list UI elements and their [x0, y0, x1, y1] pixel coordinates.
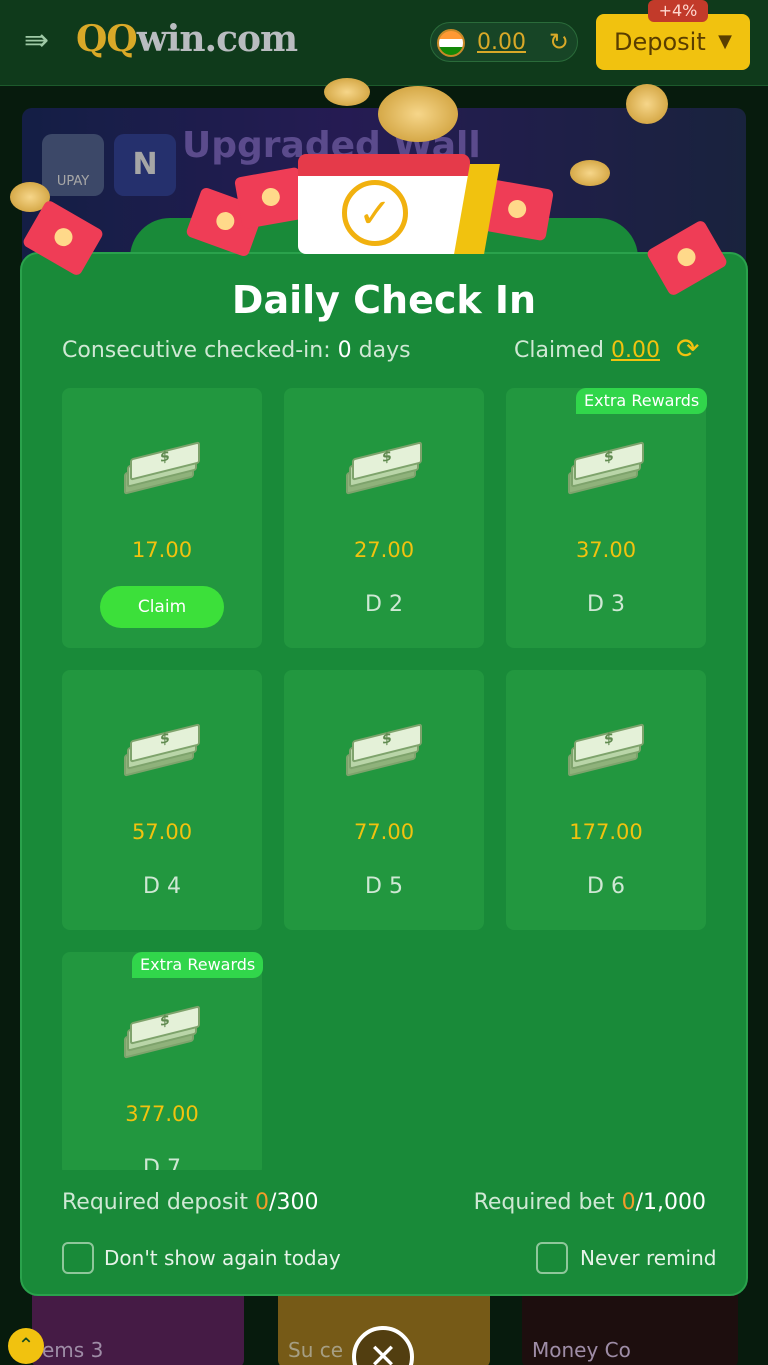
day-label: D 3	[587, 592, 625, 617]
reward-amount: 17.00	[131, 538, 193, 562]
reward-amount: 77.00	[353, 820, 415, 844]
reward-amount: 177.00	[569, 820, 643, 844]
dont-show-checkbox[interactable]	[62, 1242, 94, 1274]
never-remind-label[interactable]: Never remind	[580, 1246, 716, 1270]
dont-show-label[interactable]: Don't show again today	[104, 1246, 341, 1270]
balance-value: 0.00	[477, 30, 526, 55]
day-label: D 5	[365, 874, 403, 899]
day-card-4: 57.00 D 4	[62, 670, 262, 930]
day-label: D 2	[365, 592, 403, 617]
claimed-amount[interactable]: 0.00	[611, 338, 660, 363]
day-card-2: 27.00 D 2	[284, 388, 484, 648]
caret-down-icon: ▼	[718, 31, 732, 52]
required-deposit: Required deposit 0/300	[62, 1190, 319, 1215]
cash-stack-icon	[568, 723, 644, 777]
checkmark-icon: ✓	[342, 180, 408, 246]
consecutive-checkin-text: Consecutive checked-in: 0 days	[62, 338, 411, 363]
day-label: D 6	[587, 874, 625, 899]
reward-amount: 57.00	[131, 820, 193, 844]
cash-stack-icon	[568, 441, 644, 495]
calendar-check-icon: ✓	[298, 154, 500, 254]
required-bet: Required bet 0/1,000	[473, 1190, 706, 1215]
extra-rewards-badge: Extra Rewards	[576, 388, 708, 414]
coin-decoration	[626, 84, 668, 124]
cash-stack-icon	[124, 723, 200, 777]
reward-amount: 27.00	[353, 538, 415, 562]
refresh-icon[interactable]: ⟳	[676, 334, 708, 366]
balance-pill[interactable]: 0.00 ↻	[430, 22, 578, 62]
site-logo[interactable]: QQwin.com	[76, 18, 298, 60]
coin-decoration	[324, 78, 370, 106]
deposit-button[interactable]: Deposit ▼	[596, 14, 750, 70]
cash-stack-icon	[346, 723, 422, 777]
day-card-5: 77.00 D 5	[284, 670, 484, 930]
deposit-bonus-badge: +4%	[648, 0, 708, 22]
scroll-top-icon[interactable]: ⌃	[8, 1328, 44, 1364]
day-card-6: 177.00 D 6	[506, 670, 706, 930]
day-card-3: 37.00 D 3	[506, 388, 706, 648]
claim-button[interactable]: Claim	[100, 586, 224, 628]
reward-amount: 37.00	[575, 538, 637, 562]
coin-decoration	[570, 160, 610, 186]
cash-stack-icon	[124, 441, 200, 495]
modal-title: Daily Check In	[231, 278, 537, 322]
cash-stack-icon	[346, 441, 422, 495]
day-card-7: 377.00 D 7	[62, 952, 262, 1176]
never-remind-checkbox[interactable]	[536, 1242, 568, 1274]
scroll-clip	[60, 1170, 270, 1184]
reward-amount: 377.00	[125, 1102, 199, 1126]
menu-icon[interactable]: ⇛	[24, 26, 60, 56]
top-bar: ⇛ QQwin.com 0.00 ↻ Deposit ▼ +4%	[0, 0, 768, 86]
refresh-balance-icon[interactable]: ↻	[549, 28, 569, 56]
extra-rewards-badge: Extra Rewards	[132, 952, 264, 978]
cash-stack-icon	[124, 1005, 200, 1059]
claimed-text: Claimed 0.00	[514, 338, 660, 363]
india-flag-icon	[437, 29, 465, 57]
day-card-1: 17.00 Claim	[62, 388, 262, 648]
coin-decoration	[378, 86, 458, 142]
day-label: D 4	[143, 874, 181, 899]
